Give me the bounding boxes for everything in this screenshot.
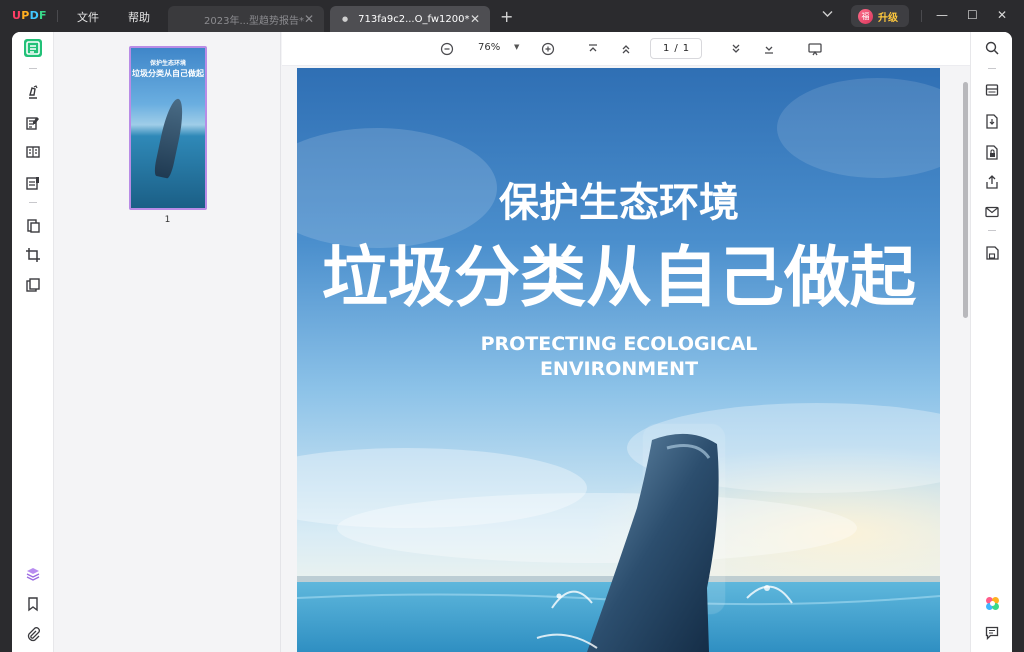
poster-subtitle-line2: ENVIRONMENT [540, 358, 698, 380]
rail-divider [29, 202, 37, 203]
view-toolbar: 76% ▼ 1 / 1 [282, 32, 970, 66]
poster-subtitle-line1: PROTECTING ECOLOGICAL [481, 333, 758, 355]
title-separator [57, 10, 58, 22]
vertical-scrollbar[interactable] [963, 82, 968, 318]
total-pages: 1 [682, 43, 690, 54]
maximize-button[interactable]: ☐ [967, 8, 978, 22]
page-thumbnail[interactable]: 保护生态环境 垃圾分类从自己做起 [129, 46, 207, 210]
thumbnail-title-big: 垃圾分类从自己做起 [132, 69, 204, 78]
rail-divider [988, 68, 996, 69]
poster-headline-big: 垃圾分类从自己做起 [322, 239, 917, 316]
ai-assistant-icon[interactable] [984, 595, 1000, 611]
new-tab-button[interactable]: + [500, 7, 513, 26]
zoom-in-icon[interactable] [540, 41, 556, 57]
convert-icon[interactable] [24, 217, 42, 235]
comment-highlighter-icon[interactable] [24, 83, 42, 101]
menu-file[interactable]: 文件 [77, 9, 99, 25]
rail-divider [988, 230, 996, 231]
title-separator [921, 10, 922, 22]
thumbnail-whale-image [152, 97, 188, 179]
app-window: 保护生态环境 垃圾分类从自己做起 1 76% ▼ 1 / 1 保护生态环境 垃圾… [12, 32, 1012, 652]
logo-letter-p: P [21, 9, 30, 22]
batch-icon[interactable] [24, 276, 42, 294]
minimize-button[interactable]: — [936, 8, 948, 22]
menu-help[interactable]: 帮助 [128, 9, 150, 25]
current-page: 1 [662, 43, 670, 54]
presentation-icon[interactable] [807, 41, 823, 57]
unsaved-dot-icon: ● [342, 15, 349, 23]
organize-pages-icon[interactable] [24, 143, 42, 161]
logo-letter-f: F [39, 9, 47, 22]
attachment-icon[interactable] [24, 625, 42, 643]
previous-page-icon[interactable] [618, 41, 634, 57]
share-icon[interactable] [984, 174, 1000, 190]
last-page-icon[interactable] [761, 41, 777, 57]
convert-pdf-icon[interactable] [984, 113, 1000, 129]
logo-letter-u: U [12, 9, 22, 22]
email-icon[interactable] [984, 204, 1000, 220]
close-window-button[interactable]: ✕ [997, 8, 1007, 22]
close-tab-icon[interactable]: ✕ [470, 12, 480, 26]
poster-image: 保护生态环境 垃圾分类从自己做起 PROTECTING ECOLOGICAL E… [297, 68, 940, 652]
tab-label: 713fa9c2...O_fw1200* [358, 13, 470, 25]
thumbnail-page-number: 1 [164, 215, 171, 225]
thumbnail-title-small: 保护生态环境 [149, 60, 186, 67]
tab-document-report[interactable]: 2023年...型趋势报告* ✕ [168, 6, 324, 32]
crop-icon[interactable] [24, 246, 42, 264]
protect-icon[interactable] [984, 144, 1000, 160]
save-icon[interactable] [984, 245, 1000, 261]
title-bar: UPDF 文件 帮助 2023年...型趋势报告* ✕ ● 713fa9c2..… [0, 0, 1024, 32]
first-page-icon[interactable] [585, 41, 601, 57]
left-tool-rail [12, 32, 54, 652]
edit-text-icon[interactable] [24, 114, 42, 132]
page-separator: / [674, 43, 678, 54]
right-tool-rail [970, 32, 1012, 652]
ocr-icon[interactable] [984, 82, 1000, 98]
tab-label: 2023年...型趋势报告* [204, 15, 304, 27]
search-icon[interactable] [984, 40, 1000, 56]
upgrade-label: 升级 [878, 12, 898, 24]
reader-icon[interactable] [24, 39, 42, 57]
form-icon[interactable] [24, 174, 42, 192]
page-number-input[interactable]: 1 / 1 [650, 38, 702, 59]
close-tab-icon[interactable]: ✕ [304, 12, 314, 26]
logo-letter-d: D [29, 9, 40, 22]
layers-icon[interactable] [24, 565, 42, 583]
next-page-icon[interactable] [728, 41, 744, 57]
poster-headline-small: 保护生态环境 [499, 180, 739, 226]
pdf-page[interactable]: 保护生态环境 垃圾分类从自己做起 PROTECTING ECOLOGICAL E… [297, 68, 940, 652]
comments-panel-icon[interactable] [984, 625, 1000, 641]
chevron-down-icon[interactable] [822, 8, 833, 21]
updf-logo[interactable]: UPDF [12, 9, 47, 22]
zoom-out-icon[interactable] [439, 41, 455, 57]
tab-document-current[interactable]: ● 713fa9c2...O_fw1200* ✕ [330, 6, 490, 32]
promo-badge-icon: 福 [858, 8, 873, 24]
zoom-level[interactable]: 76% [478, 42, 500, 53]
upgrade-button[interactable]: 福 升级 [851, 5, 909, 27]
bookmark-icon[interactable] [24, 595, 42, 613]
zoom-dropdown-icon[interactable]: ▼ [514, 43, 519, 51]
document-viewer[interactable]: 保护生态环境 垃圾分类从自己做起 PROTECTING ECOLOGICAL E… [282, 66, 970, 652]
rail-divider [29, 68, 37, 69]
thumbnail-panel: 保护生态环境 垃圾分类从自己做起 1 [55, 32, 281, 652]
